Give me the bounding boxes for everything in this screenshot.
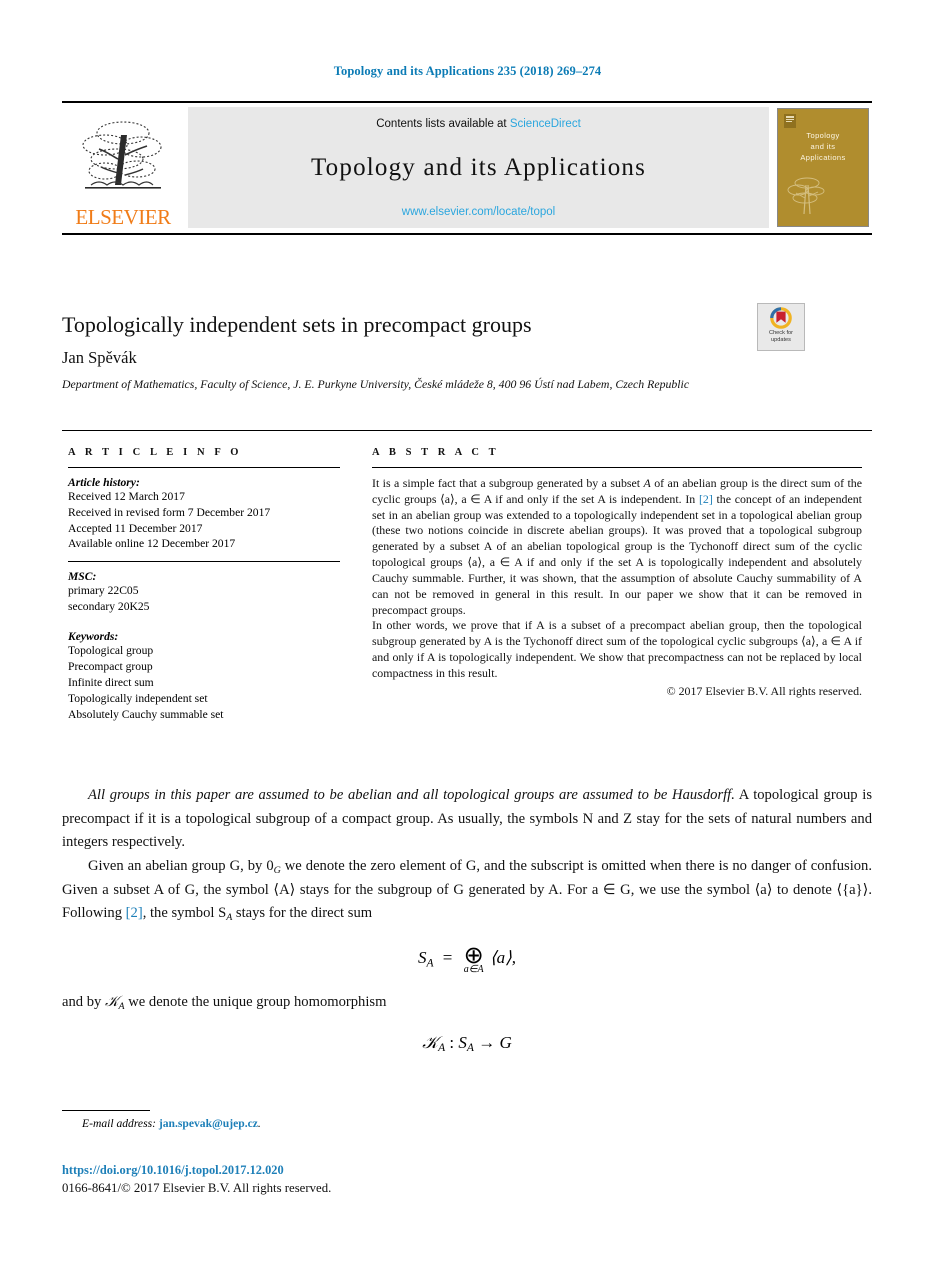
eq1-rhs: ⟨a⟩, <box>490 948 517 968</box>
keyword-item: Topologically independent set <box>68 692 208 706</box>
cover-tree-icon <box>787 177 825 215</box>
eq2-colon: : <box>445 1032 459 1052</box>
keywords-block: Keywords: Topological group Precompact g… <box>68 630 340 724</box>
crossmark-badge[interactable]: Check for updates <box>757 303 805 351</box>
article-history-block: Article history: Received 12 March 2017 … <box>68 476 340 552</box>
keyword-item: Absolutely Cauchy summable set <box>68 708 224 722</box>
body-p2-part-c: , the symbol S <box>142 905 227 922</box>
msc-label: MSC: <box>68 570 97 584</box>
eq1-direct-sum-operator: ⊕ a∈A <box>464 944 484 975</box>
eq1-equals: = <box>442 948 453 968</box>
eq2-arrow-icon: → <box>473 1032 500 1052</box>
keyword-item: Infinite direct sum <box>68 676 154 690</box>
article-info-heading: A R T I C L E I N F O <box>68 447 243 458</box>
eq2-s: S <box>458 1032 467 1052</box>
crossmark-label: Check for updates <box>769 330 793 343</box>
body-p2-subscript: G <box>273 864 281 876</box>
elsevier-wordmark: ELSEVIER <box>75 205 171 229</box>
journal-masthead: ELSEVIER Contents lists available at Sci… <box>62 101 872 235</box>
email-period: . <box>257 1117 261 1130</box>
eq2-g: G <box>499 1032 512 1052</box>
keywords-label: Keywords: <box>68 629 119 643</box>
abstract-p1-part-c: the concept of an independent set in an … <box>372 491 862 617</box>
journal-cover-thumbnail: Topology and its Applications <box>777 108 869 227</box>
doi-link[interactable]: https://doi.org/10.1016/j.topol.2017.12.… <box>62 1163 284 1178</box>
body-p2-part-a: Given an abelian group G, by 0 <box>88 857 274 874</box>
issn-copyright-line: 0166-8641/© 2017 Elsevier B.V. All right… <box>62 1181 332 1195</box>
eq2-s-sub: A <box>466 1040 474 1054</box>
email-link[interactable]: jan.spevak@ujep.cz <box>159 1117 258 1130</box>
reference-link-2[interactable]: [2] <box>126 905 143 921</box>
page-title: Topologically independent sets in precom… <box>62 311 532 337</box>
reference-link-2[interactable]: [2] <box>699 492 713 506</box>
elsevier-logo: ELSEVIER <box>62 103 184 233</box>
body-p2-part-d: stays for the direct sum <box>232 905 373 922</box>
keyword-item: Topological group <box>68 643 154 657</box>
body-paragraph-3: and by 𝒦A we denote the unique group hom… <box>62 991 872 1015</box>
abstract-paragraph-2: In other words, we prove that if A is a … <box>372 618 862 680</box>
display-equation-2: 𝒦A : SA → G <box>62 1033 872 1054</box>
author-affiliation: Department of Mathematics, Faculty of Sc… <box>62 377 690 391</box>
history-item: Received in revised form 7 December 2017 <box>68 505 271 519</box>
cover-title: Topology and its Applications <box>800 131 846 162</box>
paper-page: Topology and its Applications 235 (2018)… <box>0 0 935 1266</box>
contents-prefix: Contents lists available at <box>376 118 507 130</box>
article-info-column: A R T I C L E I N F O Article history: R… <box>68 447 340 726</box>
email-label: E-mail address: <box>82 1117 156 1130</box>
eq1-operator-subscript: a∈A <box>463 963 484 975</box>
abstract-copyright: © 2017 Elsevier B.V. All rights reserved… <box>666 683 862 698</box>
history-item: Received 12 March 2017 <box>68 490 185 503</box>
abstract-paragraph-1: It is a simple fact that a subgroup gene… <box>372 476 862 617</box>
history-item: Available online 12 December 2017 <box>68 537 236 551</box>
info-top-rule <box>62 430 872 431</box>
history-item: Accepted 11 December 2017 <box>68 521 203 535</box>
body-paragraph-1: All groups in this paper are assumed to … <box>62 784 872 855</box>
contents-available-line: Contents lists available at ScienceDirec… <box>376 118 581 130</box>
footnote-email-line: E-mail address: jan.spevak@ujep.cz. <box>82 1117 261 1130</box>
author-name: Jan Spěvák <box>62 348 137 367</box>
article-history-label: Article history: <box>68 476 140 489</box>
journal-title: Topology and its Applications <box>310 154 647 181</box>
display-equation-1: SA = ⊕ a∈A ⟨a⟩, <box>62 944 872 975</box>
elsevier-tree-icon <box>82 121 162 189</box>
abstract-body: It is a simple fact that a subgroup gene… <box>372 476 862 700</box>
running-head: Topology and its Applications 235 (2018)… <box>333 64 602 78</box>
eq2-kappa: 𝒦 <box>422 1032 439 1052</box>
keyword-item: Precompact group <box>68 659 153 673</box>
body-p3-part-b: we denote the unique group homomorphism <box>124 993 387 1010</box>
sciencedirect-link[interactable]: ScienceDirect <box>510 118 581 130</box>
msc-block: MSC: primary 22C05 secondary 20K25 <box>68 570 340 615</box>
cover-elsevier-icon <box>784 114 796 128</box>
journal-url[interactable]: www.elsevier.com/locate/topol <box>402 206 555 218</box>
msc-item: primary 22C05 <box>68 584 139 598</box>
footnote-rule <box>62 1110 150 1111</box>
body-p3-part-a: and by <box>62 993 105 1010</box>
masthead-center-panel: Contents lists available at ScienceDirec… <box>188 107 769 228</box>
abstract-column: A B S T R A C T It is a simple fact that… <box>372 447 862 700</box>
body-paragraph-2: Given an abelian group G, by 0G we denot… <box>62 855 872 926</box>
eq1-lhs-sub: A <box>426 956 434 970</box>
article-body: All groups in this paper are assumed to … <box>62 784 872 1070</box>
msc-item: secondary 20K25 <box>68 599 150 613</box>
crossmark-icon <box>770 307 792 329</box>
body-p1-italic: All groups in this paper are assumed to … <box>88 787 735 803</box>
abstract-divider <box>372 467 862 468</box>
info-divider-1 <box>68 467 340 468</box>
info-divider-2 <box>68 561 340 563</box>
abstract-heading: A B S T R A C T <box>372 447 500 458</box>
body-p3-kappa: 𝒦 <box>104 993 119 1010</box>
abstract-p1-part-a: It is a simple fact that a subgroup gene… <box>372 476 644 490</box>
